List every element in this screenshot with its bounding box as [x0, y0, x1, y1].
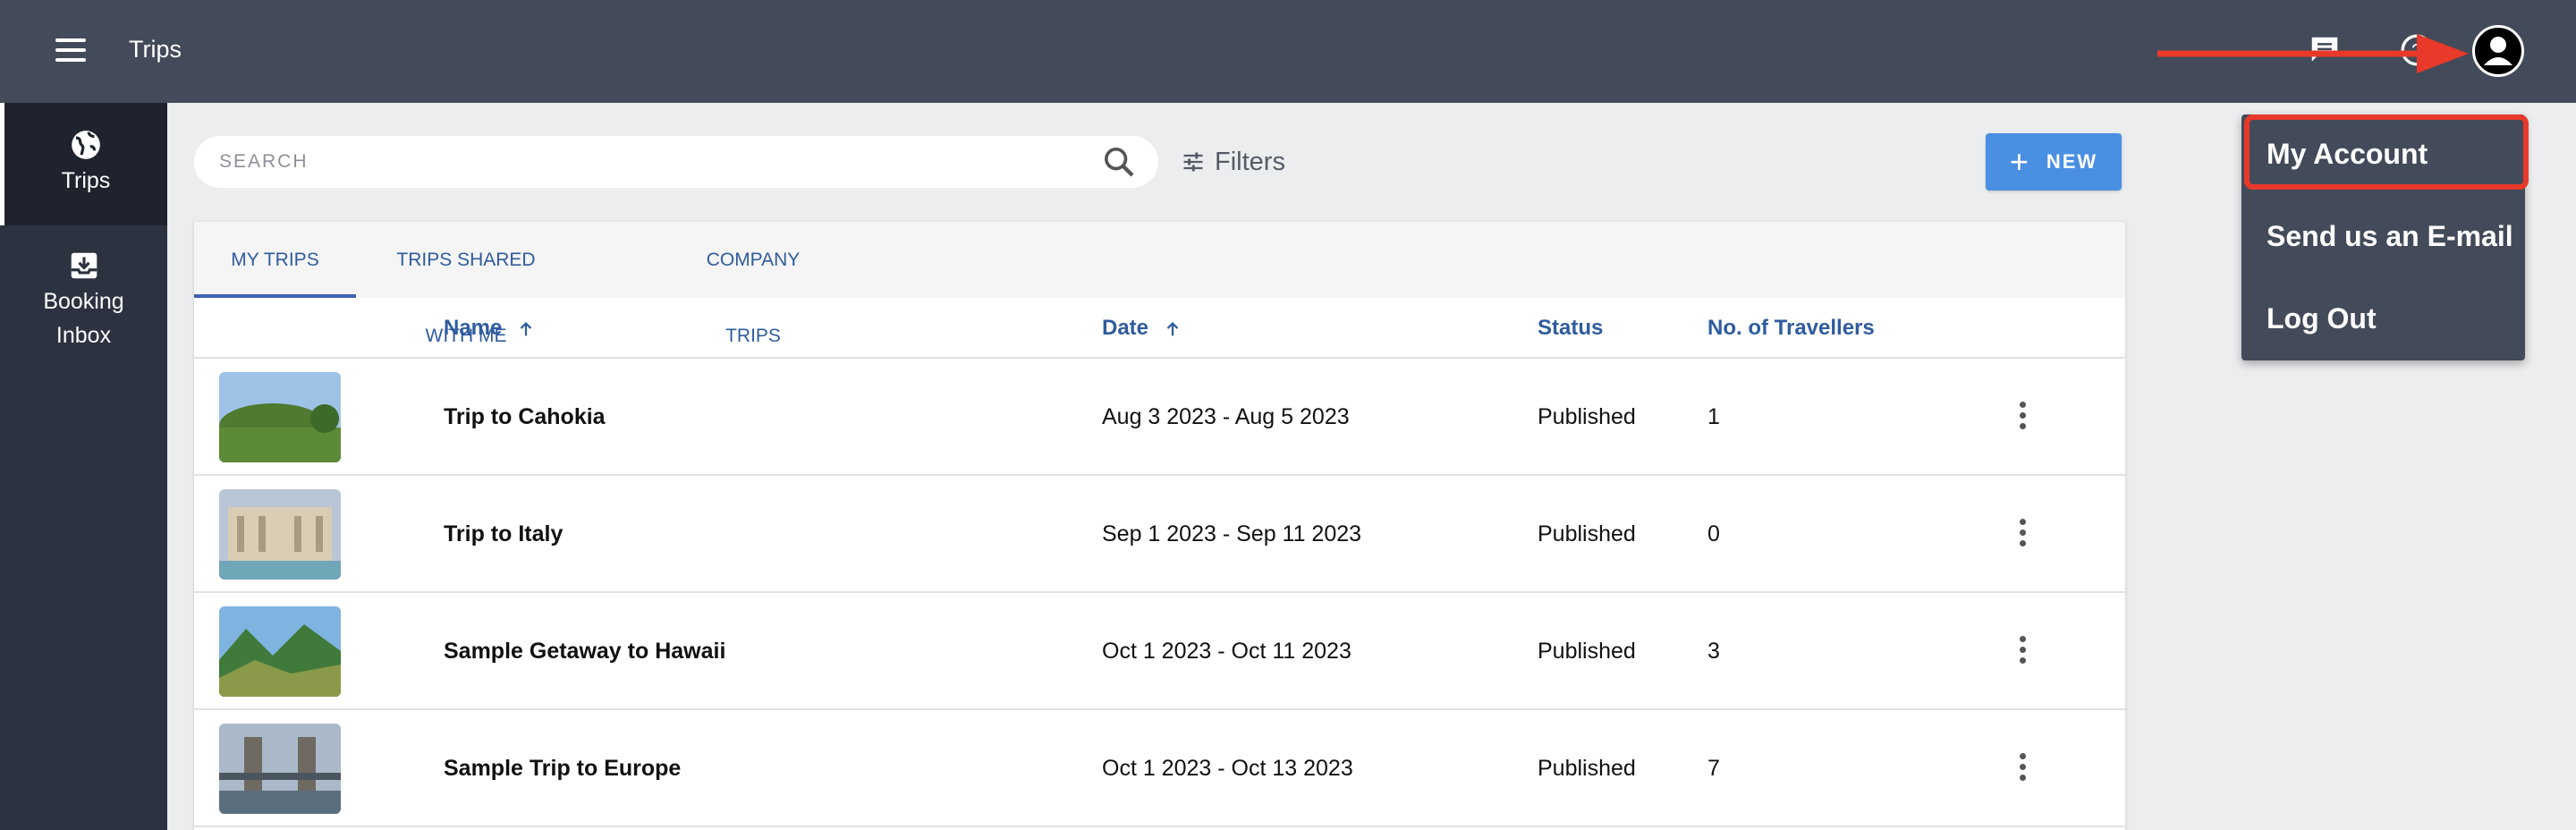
more-options-icon[interactable] — [2013, 519, 2031, 551]
table-row[interactable]: Sample Trip to Europe Oct 1 2023 - Oct 1… — [194, 710, 2125, 827]
sort-arrow-up-icon — [1166, 321, 1179, 335]
search-icon[interactable] — [1101, 144, 1137, 180]
more-options-icon[interactable] — [2013, 402, 2031, 434]
column-label: Date — [1102, 316, 1149, 340]
table-row[interactable]: Trip to Cahokia Aug 3 2023 - Aug 5 2023 … — [194, 359, 2125, 476]
trip-date: Oct 1 2023 - Oct 13 2023 — [1102, 756, 1353, 781]
column-header-status[interactable]: Status — [1538, 298, 1603, 359]
trip-status: Published — [1538, 756, 1636, 781]
column-header-date[interactable]: Date — [1102, 298, 1182, 359]
globe-icon — [72, 131, 100, 159]
trip-name[interactable]: Sample Getaway to Hawaii — [444, 593, 725, 710]
user-icon — [2484, 37, 2512, 65]
menu-item-send-email[interactable]: Send us an E-mail — [2241, 200, 2525, 272]
hamburger-menu-icon[interactable] — [55, 38, 86, 62]
sort-arrow-up-icon — [521, 321, 532, 335]
trip-status: Published — [1538, 639, 1636, 664]
column-label: Name — [444, 316, 503, 340]
trip-name[interactable]: Trip to Cahokia — [444, 359, 606, 476]
sidebar-item-label: Booking — [43, 289, 124, 314]
sidebar-item-trips[interactable]: Trips — [0, 103, 167, 225]
trip-travellers: 7 — [1707, 756, 1720, 781]
trip-status: Published — [1538, 521, 1636, 546]
sidebar-item-booking-inbox[interactable]: Booking Inbox — [0, 231, 167, 356]
trip-date: Sep 1 2023 - Sep 11 2023 — [1102, 521, 1362, 546]
plus-icon: + — [2009, 143, 2030, 180]
more-options-icon[interactable] — [2013, 753, 2031, 785]
new-trip-button[interactable]: + NEW — [1986, 133, 2122, 191]
tune-icon — [1183, 152, 1203, 172]
annotation-arrow — [2157, 34, 2469, 73]
filters-label: Filters — [1215, 147, 1285, 176]
sidebar-item-label: Trips — [61, 168, 111, 193]
top-bar: Trips ? — [0, 0, 2576, 103]
table-header: Name Date Status No. of Travellers — [194, 298, 2125, 359]
trip-status: Published — [1538, 404, 1636, 429]
trip-thumbnail — [219, 606, 341, 697]
column-header-travellers[interactable]: No. of Travellers — [1707, 298, 1875, 359]
sidebar: Trips Booking Inbox — [0, 103, 167, 830]
table-row[interactable]: Sample Getaway to Hawaii Oct 1 2023 - Oc… — [194, 593, 2125, 710]
table-row[interactable]: Trip to Italy Sep 1 2023 - Sep 11 2023 P… — [194, 476, 2125, 593]
tab-my-trips[interactable]: MY TRIPS — [194, 222, 356, 298]
search-bar — [194, 136, 1158, 188]
inbox-icon — [71, 252, 97, 279]
tab-trips-shared[interactable]: TRIPS SHARED WITH ME — [377, 222, 555, 346]
trip-travellers: 3 — [1707, 639, 1720, 664]
tab-bar: MY TRIPS TRIPS SHARED WITH ME COMPANY TR… — [194, 222, 2125, 346]
more-options-icon[interactable] — [2013, 636, 2031, 668]
tab-company-trips[interactable]: COMPANY TRIPS — [677, 222, 829, 346]
trip-travellers: 1 — [1707, 404, 1720, 429]
trip-date: Aug 3 2023 - Aug 5 2023 — [1102, 404, 1350, 429]
account-menu: My Account Send us an E-mail Log Out — [2241, 114, 2529, 360]
trips-table-card: MY TRIPS TRIPS SHARED WITH ME COMPANY TR… — [194, 222, 2125, 830]
new-button-label: NEW — [2046, 150, 2098, 173]
sidebar-item-label: Inbox — [55, 323, 112, 348]
trip-thumbnail — [219, 489, 341, 580]
trip-name[interactable]: Sample Trip to Europe — [444, 710, 681, 827]
column-header-name[interactable]: Name — [444, 298, 536, 359]
page-title: Trips — [129, 36, 182, 63]
filters-button[interactable]: Filters — [1181, 143, 1285, 181]
menu-item-my-account[interactable]: My Account — [2241, 118, 2525, 190]
trip-travellers: 0 — [1707, 521, 1720, 546]
trip-thumbnail — [219, 724, 341, 814]
user-avatar[interactable] — [2472, 25, 2524, 77]
trip-thumbnail — [219, 372, 341, 462]
trip-name[interactable]: Trip to Italy — [444, 476, 563, 593]
search-input[interactable] — [219, 145, 1069, 179]
trip-date: Oct 1 2023 - Oct 11 2023 — [1102, 639, 1352, 664]
menu-item-log-out[interactable]: Log Out — [2241, 283, 2525, 354]
